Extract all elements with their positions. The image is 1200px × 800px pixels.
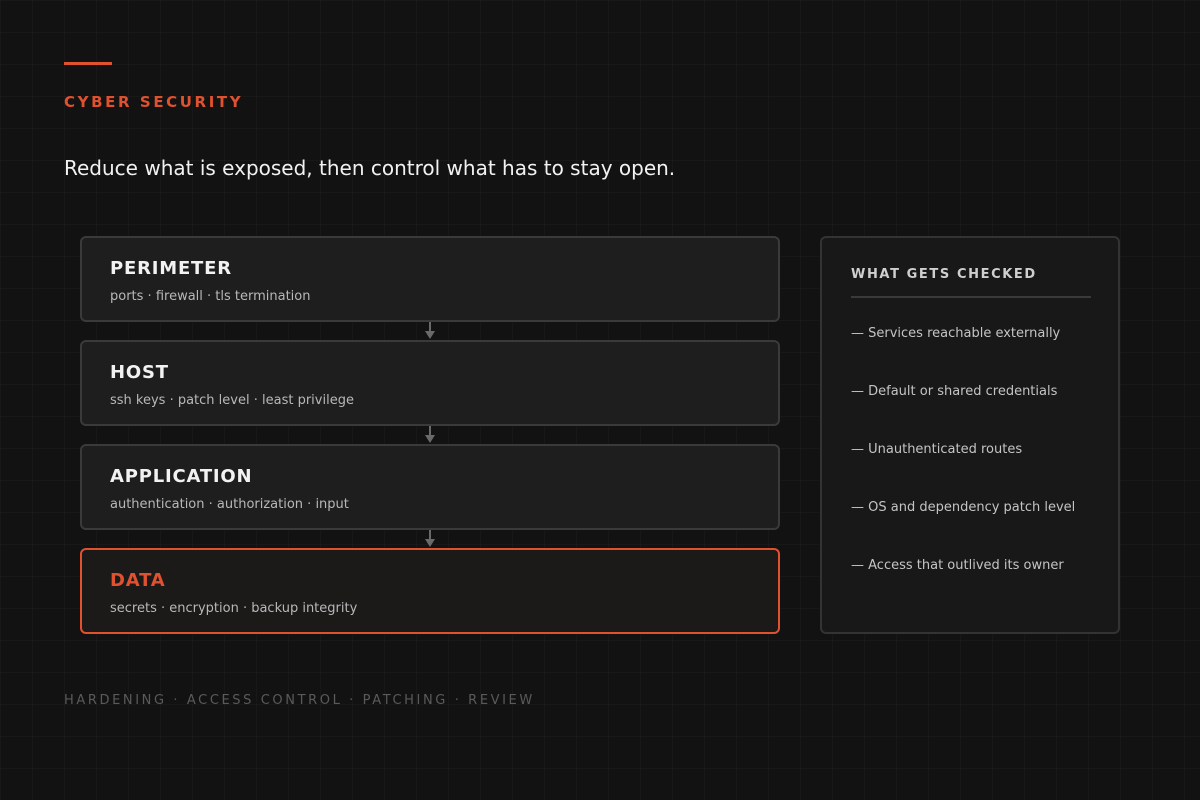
check-item: — Services reachable externally <box>851 326 1061 341</box>
layer-detail: authentication · authorization · input <box>110 497 349 512</box>
layer-title: PERIMETER <box>110 258 232 279</box>
headline: Reduce what is exposed, then control wha… <box>64 156 676 180</box>
layer-detail: ssh keys · patch level · least privilege <box>110 393 354 408</box>
check-item: — Default or shared credentials <box>851 384 1058 399</box>
check-item: — Access that outlived its owner <box>851 558 1064 573</box>
layer-title: APPLICATION <box>110 466 253 487</box>
layer-card-host: HOST ssh keys · patch level · least priv… <box>80 340 780 426</box>
layer-card-data: DATA secrets · encryption · backup integ… <box>80 548 780 634</box>
accent-rule <box>64 62 112 65</box>
arrow-down-icon <box>425 530 435 547</box>
section-eyebrow: CYBER SECURITY <box>64 93 244 111</box>
checks-title: WHAT GETS CHECKED <box>851 267 1037 282</box>
layer-detail: secrets · encryption · backup integrity <box>110 601 358 616</box>
arrow-down-icon <box>425 322 435 339</box>
check-item: — OS and dependency patch level <box>851 500 1076 515</box>
layer-title: HOST <box>110 362 169 383</box>
footer-tags: HARDENING · ACCESS CONTROL · PATCHING · … <box>64 693 535 708</box>
layer-title: DATA <box>110 570 166 591</box>
layer-card-application: APPLICATION authentication · authorizati… <box>80 444 780 530</box>
check-item: — Unauthenticated routes <box>851 442 1023 457</box>
checks-panel: WHAT GETS CHECKED — Services reachable e… <box>820 236 1120 634</box>
checks-divider <box>851 296 1091 298</box>
layer-detail: ports · firewall · tls termination <box>110 289 311 304</box>
layer-card-perimeter: PERIMETER ports · firewall · tls termina… <box>80 236 780 322</box>
arrow-down-icon <box>425 426 435 443</box>
